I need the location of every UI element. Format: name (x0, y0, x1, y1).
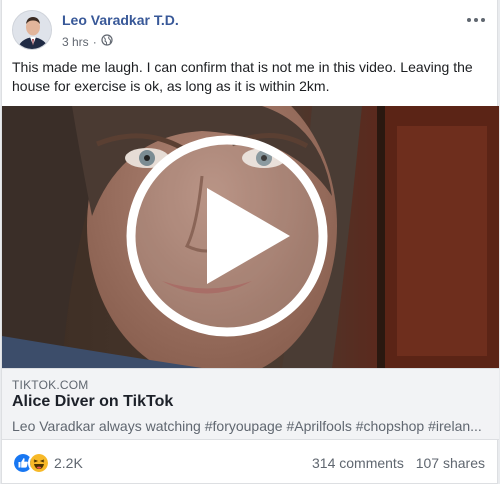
link-title[interactable]: Alice Diver on TikTok (12, 393, 173, 411)
reaction-count[interactable]: 2.2K (54, 455, 83, 471)
video-thumbnail[interactable] (2, 106, 499, 368)
post-header: Leo Varadkar T.D. 3 hrs · (12, 10, 487, 52)
more-options-icon[interactable] (463, 10, 489, 30)
comments-count[interactable]: 314 comments (312, 455, 404, 471)
link-preview[interactable]: TIKTOK.COM Alice Diver on TikTok Leo Var… (2, 368, 499, 440)
post-footer: 2.2K 314 comments 107 shares (12, 452, 487, 476)
post-meta: 3 hrs · (62, 34, 113, 49)
post-text: This made me laugh. I can confirm that i… (12, 59, 473, 94)
post-time[interactable]: 3 hrs (62, 35, 89, 49)
author-avatar[interactable] (12, 10, 52, 50)
haha-reaction-icon (28, 452, 50, 474)
reactions-summary[interactable]: 2.2K (12, 452, 83, 474)
globe-icon (101, 34, 113, 49)
author-name[interactable]: Leo Varadkar T.D. (62, 12, 179, 28)
post-stats: 314 comments 107 shares (312, 455, 485, 471)
meta-separator: · (92, 34, 97, 49)
facebook-post: Leo Varadkar T.D. 3 hrs · This made me l… (1, 0, 499, 484)
link-description: Leo Varadkar always watching #foryoupage… (12, 418, 482, 434)
link-domain: TIKTOK.COM (12, 378, 89, 392)
shares-count[interactable]: 107 shares (416, 455, 485, 471)
